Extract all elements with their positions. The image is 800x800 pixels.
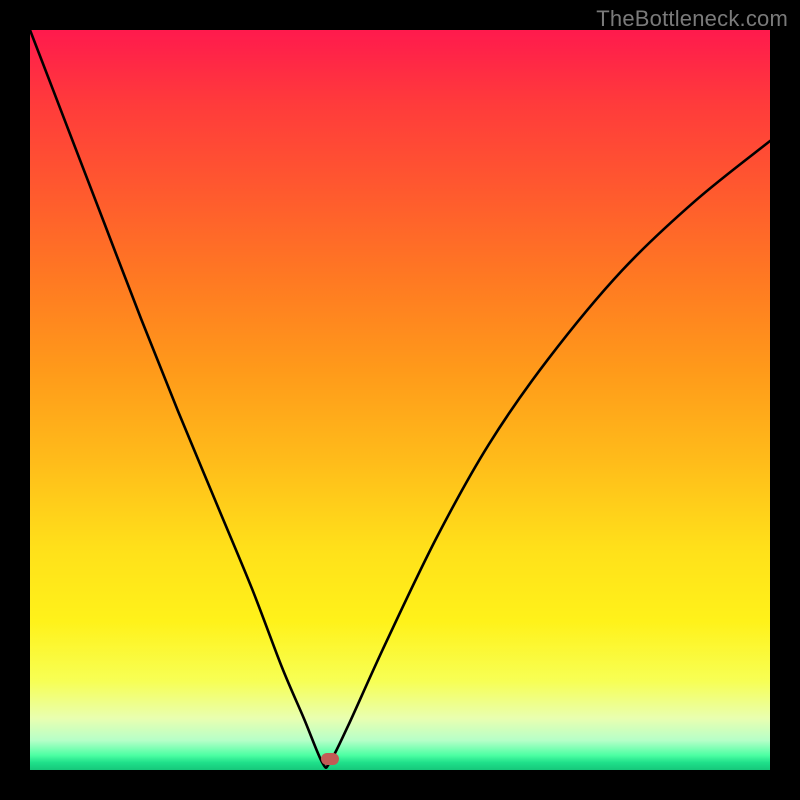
minimum-marker xyxy=(321,753,339,765)
chart-frame: TheBottleneck.com xyxy=(0,0,800,800)
plot-area xyxy=(30,30,770,770)
watermark-text: TheBottleneck.com xyxy=(596,6,788,32)
bottleneck-curve xyxy=(30,30,770,770)
